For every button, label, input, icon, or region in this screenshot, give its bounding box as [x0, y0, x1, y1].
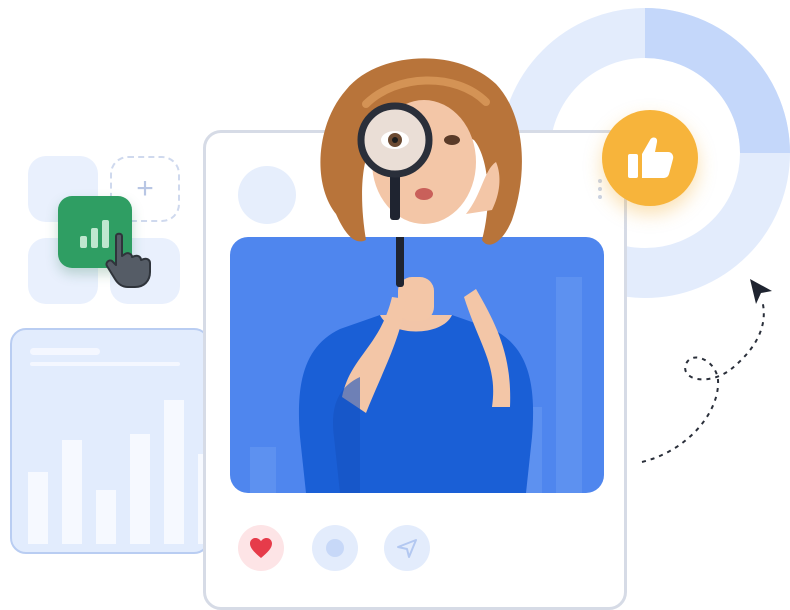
heart-icon: [250, 538, 272, 558]
send-icon: [397, 539, 417, 558]
stats-bar: [164, 400, 184, 544]
stats-bar: [96, 490, 116, 544]
arrow-cursor-icon: [750, 279, 772, 304]
magnifying-glass-icon: [357, 102, 433, 220]
stats-bar: [62, 440, 82, 544]
stats-bar: [130, 434, 150, 544]
like-button[interactable]: [238, 525, 284, 571]
post-photo-illustration: [250, 237, 582, 493]
pointer-hand-icon: [105, 232, 151, 288]
like-badge: [602, 110, 698, 206]
stats-bar: [28, 472, 48, 544]
avatar: [238, 166, 296, 224]
comment-icon: [326, 539, 344, 557]
stats-panel: [10, 328, 210, 554]
post-photo: [230, 237, 604, 493]
thumbs-up-icon: [628, 137, 674, 178]
comment-button[interactable]: [312, 525, 358, 571]
share-button[interactable]: [384, 525, 430, 571]
stats-bars: [28, 400, 208, 544]
